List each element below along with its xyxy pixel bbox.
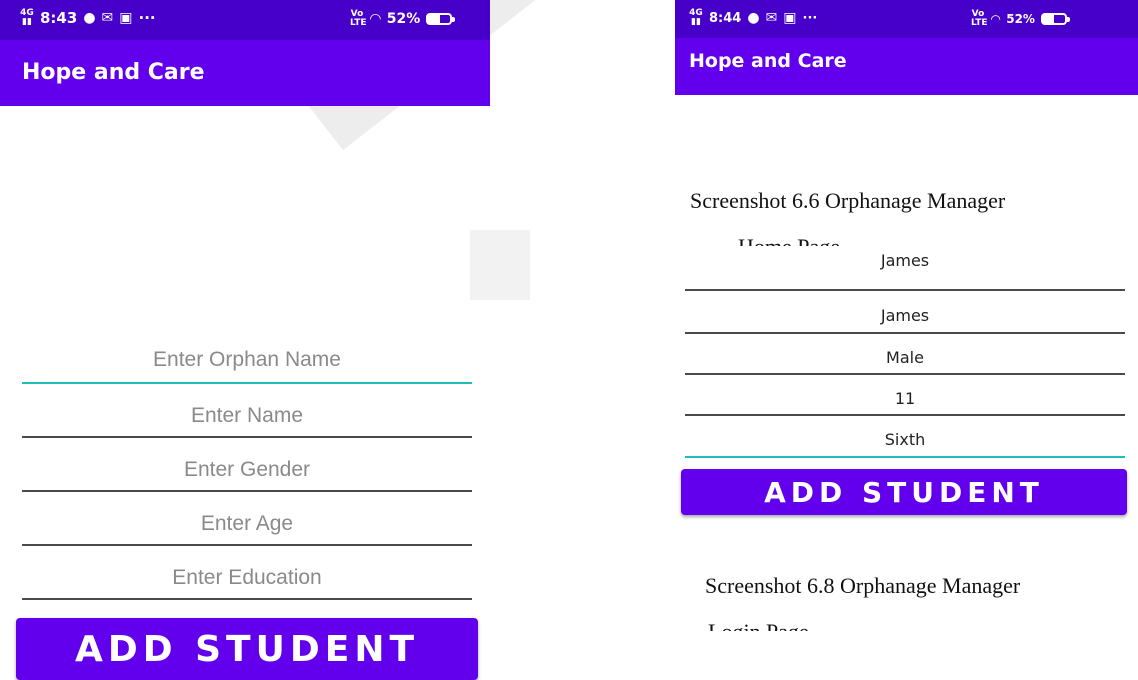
orphan-name-placeholder: Enter Orphan Name bbox=[153, 348, 341, 371]
mail-icon: ✉ bbox=[765, 10, 778, 26]
battery-percent: 52% bbox=[1006, 12, 1035, 26]
volte-icon: Vo LTE bbox=[350, 9, 367, 28]
figure-caption-cut: Login Page bbox=[708, 617, 809, 631]
education-value: Sixth bbox=[884, 430, 926, 449]
gender-value: Male bbox=[886, 348, 924, 367]
education-placeholder: Enter Education bbox=[172, 566, 322, 589]
name-input[interactable]: Enter Name bbox=[22, 404, 472, 438]
form-clip-region: James bbox=[685, 246, 1125, 292]
status-bar: 4G ▮▮ 8:43 ● ✉ ▣ ··· Vo LTE ◠ 52% bbox=[0, 0, 490, 40]
status-time: 8:43 bbox=[40, 9, 78, 27]
image-icon: ▣ bbox=[783, 10, 797, 26]
app-title: Hope and Care bbox=[22, 60, 205, 85]
network-signal-icon: 4G ▮▮ bbox=[20, 8, 34, 27]
wifi-icon: ◠ bbox=[991, 12, 1001, 26]
app-title: Hope and Care bbox=[689, 50, 847, 72]
gender-input[interactable]: Enter Gender bbox=[22, 458, 472, 492]
battery-icon bbox=[1040, 13, 1070, 25]
status-time: 8:44 bbox=[709, 10, 742, 26]
gender-input[interactable]: Male bbox=[685, 348, 1125, 375]
age-placeholder: Enter Age bbox=[200, 512, 294, 535]
age-input[interactable]: Enter Age bbox=[22, 512, 472, 546]
network-signal-icon: 4G ▮▮ bbox=[689, 8, 703, 27]
clock-icon: ● bbox=[83, 10, 96, 26]
clock-icon: ● bbox=[747, 10, 760, 26]
volte-icon: Vo LTE bbox=[971, 9, 988, 28]
figure-caption: Screenshot 6.8 Orphanage Manager bbox=[705, 573, 1021, 598]
figure-caption: Screenshot 6.6 Orphanage Manager bbox=[690, 188, 1006, 213]
status-bar: 4G ▮▮ 8:44 ● ✉ ▣ ··· Vo LTE ◠ 52% bbox=[675, 0, 1138, 38]
image-icon: ▣ bbox=[119, 10, 133, 26]
education-input[interactable]: Sixth bbox=[685, 430, 1125, 458]
orphan-name-input[interactable]: James bbox=[685, 246, 1125, 291]
orphan-name-value: James bbox=[880, 251, 930, 270]
education-input[interactable]: Enter Education bbox=[22, 566, 472, 600]
gender-placeholder: Enter Gender bbox=[183, 458, 311, 481]
battery-percent: 52% bbox=[386, 11, 421, 27]
name-input[interactable]: James bbox=[685, 306, 1125, 334]
figure-caption-cut: Home Page bbox=[738, 232, 840, 246]
wifi-icon: ◠ bbox=[370, 11, 381, 27]
watermark-band bbox=[470, 230, 530, 300]
add-student-button[interactable]: ADD STUDENT bbox=[16, 618, 478, 680]
add-student-button[interactable]: ADD STUDENT bbox=[681, 469, 1127, 515]
name-value: James bbox=[880, 306, 930, 325]
name-placeholder: Enter Name bbox=[190, 404, 304, 427]
battery-icon bbox=[426, 13, 456, 25]
app-bar: Hope and Care bbox=[0, 40, 490, 106]
more-notifications-icon: ··· bbox=[802, 10, 818, 26]
age-input[interactable]: 11 bbox=[685, 389, 1125, 416]
app-bar: Hope and Care bbox=[675, 38, 1138, 95]
mail-icon: ✉ bbox=[101, 10, 114, 26]
orphan-name-input[interactable]: Enter Orphan Name bbox=[22, 348, 472, 384]
more-notifications-icon: ··· bbox=[138, 9, 156, 27]
age-value: 11 bbox=[894, 389, 916, 408]
